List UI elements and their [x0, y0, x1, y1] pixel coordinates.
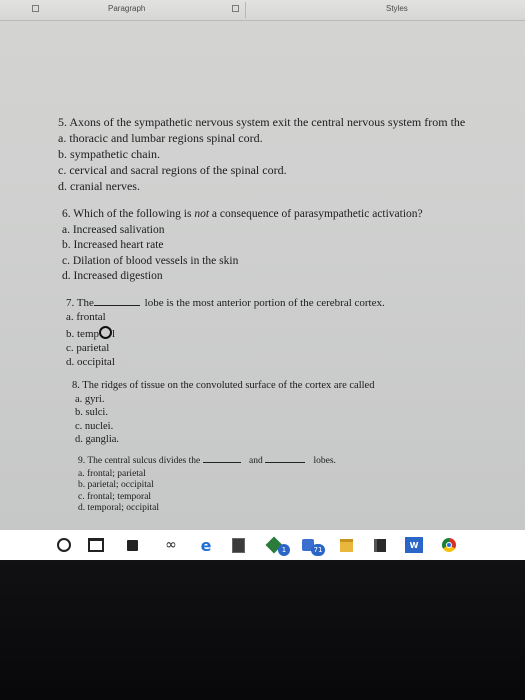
- answer-option: d. occipital: [66, 356, 115, 368]
- windows-taskbar: ∞ e 1 71 W: [0, 530, 525, 560]
- ribbon-group-paragraph: Paragraph: [108, 4, 146, 13]
- ribbon-separator: [245, 2, 246, 18]
- ribbon-group-styles: Styles: [386, 4, 408, 13]
- document-page: 5. Axons of the sympathetic nervous syst…: [0, 21, 525, 530]
- answer-option: d. temporal; occipital: [78, 503, 159, 513]
- dialog-launcher-icon[interactable]: [32, 5, 39, 12]
- stem-text: 9. The central sulcus divides the: [78, 456, 201, 466]
- question-stem: 9. The central sulcus divides the and lo…: [78, 456, 336, 467]
- calculator-icon[interactable]: [230, 537, 246, 553]
- answer-option: b. parietal; occipital: [78, 480, 154, 490]
- question-8: 8. The ridges of tissue on the convolute…: [72, 380, 375, 446]
- answer-option: d. cranial nerves.: [58, 179, 140, 193]
- infinity-app-icon[interactable]: ∞: [163, 537, 179, 553]
- answer-option: a. frontal: [66, 311, 106, 323]
- book-icon[interactable]: [372, 537, 388, 553]
- monitor-screen: Paragraph Styles 5. Axons of the sympath…: [0, 0, 525, 530]
- answer-option: b. Increased heart rate: [62, 239, 164, 251]
- answer-option: c. Dilation of blood vessels in the skin: [62, 254, 239, 267]
- option-text: l: [112, 328, 116, 340]
- answer-option: d. ganglia.: [75, 434, 120, 445]
- stem-text: 7. The: [66, 297, 94, 309]
- answer-option: c. cervical and sacral regions of the sp…: [58, 163, 287, 177]
- answer-option: a. thoracic and lumbar regions spinal co…: [58, 131, 263, 145]
- stem-emphasis: not: [194, 208, 210, 220]
- mouse-pointer-icon: [99, 326, 112, 339]
- question-stem: 7. The lobe is the most anterior portion…: [66, 298, 385, 309]
- question-7: 7. The lobe is the most anterior portion…: [66, 298, 385, 368]
- stem-text: and: [249, 456, 263, 466]
- answer-option: a. frontal; parietal: [78, 468, 146, 479]
- app-badge-icon[interactable]: 71: [300, 537, 325, 556]
- notification-badge: 71: [311, 544, 325, 556]
- answer-option: a. gyri.: [75, 393, 105, 405]
- answer-option: c. frontal; temporal: [78, 491, 152, 502]
- question-5: 5. Axons of the sympathetic nervous syst…: [58, 116, 465, 192]
- answer-option: b. temp l: [66, 326, 385, 340]
- cortana-circle-icon[interactable]: [56, 537, 72, 553]
- app-badge-icon[interactable]: 1: [265, 536, 290, 556]
- fill-in-blank: [265, 462, 306, 463]
- question-6: 6. Which of the following is not a conse…: [62, 208, 423, 283]
- notification-badge: 1: [278, 544, 290, 556]
- question-stem: 6. Which of the following is not a conse…: [62, 208, 423, 221]
- word-ribbon: Paragraph Styles: [0, 0, 525, 21]
- question-stem: 5. Axons of the sympathetic nervous syst…: [58, 115, 466, 129]
- answer-option: a. Increased salivation: [62, 223, 165, 236]
- question-9: 9. The central sulcus divides the and lo…: [78, 456, 336, 514]
- fill-in-blank: [202, 462, 241, 463]
- option-text: b. temp: [66, 328, 99, 340]
- question-stem: 8. The ridges of tissue on the convolute…: [72, 380, 375, 391]
- stem-text: lobe is the most anterior portion of the…: [144, 297, 385, 309]
- chrome-icon[interactable]: [441, 537, 457, 553]
- answer-option: b. sympathetic chain.: [58, 147, 160, 161]
- fill-in-blank: [93, 305, 140, 306]
- monitor-bezel: [0, 560, 525, 700]
- store-icon[interactable]: [124, 537, 140, 553]
- word-icon[interactable]: W: [405, 537, 423, 553]
- file-explorer-icon[interactable]: [338, 537, 354, 553]
- stem-text: lobes.: [313, 456, 336, 466]
- task-view-icon[interactable]: [88, 537, 104, 553]
- stem-text: 6. Which of the following is: [62, 208, 195, 220]
- answer-option: c. nuclei.: [75, 420, 114, 432]
- stem-text: a consequence of parasympathetic activat…: [209, 208, 423, 220]
- edge-icon[interactable]: e: [198, 536, 214, 555]
- paragraph-dialog-launcher-icon[interactable]: [232, 5, 239, 12]
- answer-option: b. sulci.: [75, 407, 108, 418]
- answer-option: c. parietal: [66, 342, 110, 354]
- answer-option: d. Increased digestion: [62, 270, 163, 282]
